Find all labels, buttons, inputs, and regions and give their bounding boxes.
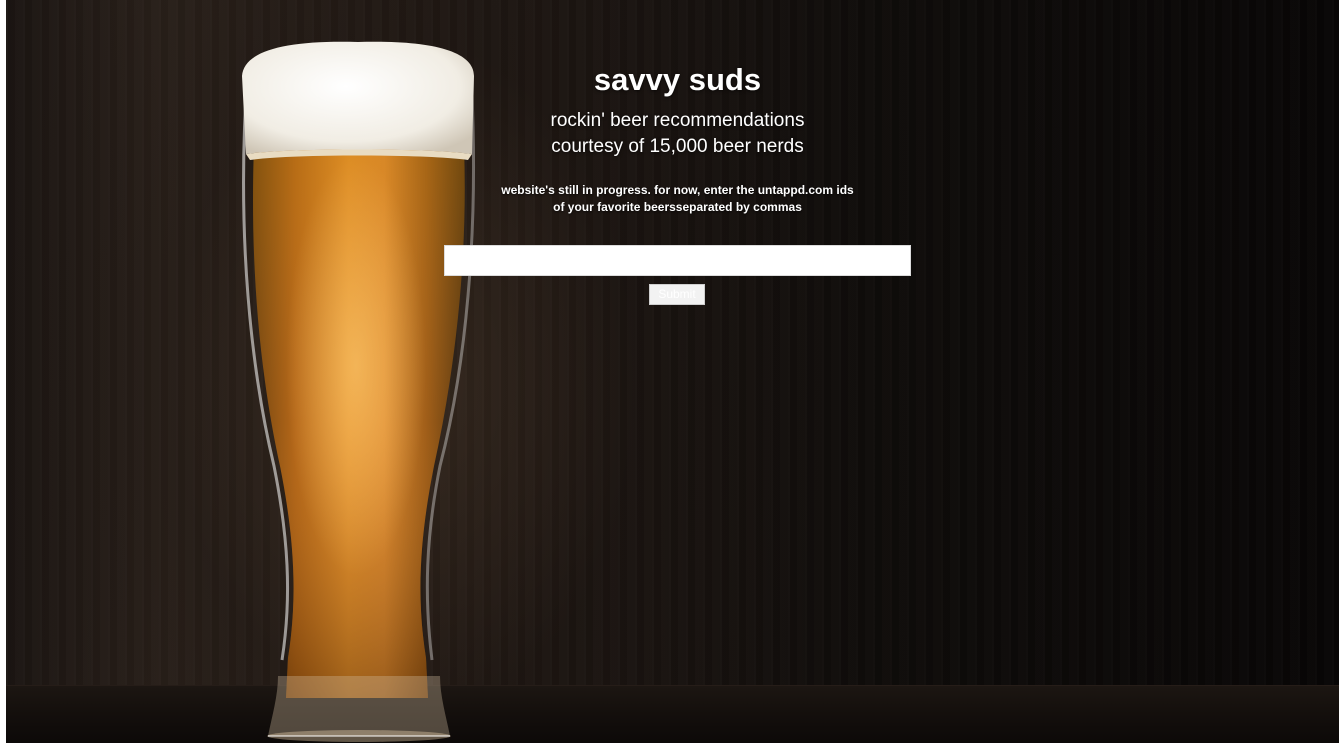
tagline-line-1: rockin' beer recommendations: [550, 110, 805, 131]
site-title: savvy suds: [593, 62, 762, 97]
submit-button[interactable]: Submit: [649, 284, 705, 305]
instructions-line-2: of your favorite beersseparated by comma…: [553, 200, 802, 214]
beer-ids-input[interactable]: [444, 245, 911, 276]
instructions-line-1: website's still in progress. for now, en…: [501, 183, 854, 197]
tagline-line-2: courtesy of 15,000 beer nerds: [551, 136, 804, 157]
table-surface: [6, 685, 1339, 743]
page: savvy suds rockin' beer recommendations …: [0, 0, 1339, 743]
tagline: rockin' beer recommendations courtesy of…: [440, 108, 915, 160]
hero-section: savvy suds rockin' beer recommendations …: [440, 58, 915, 216]
instructions-text: website's still in progress. for now, en…: [488, 182, 868, 216]
